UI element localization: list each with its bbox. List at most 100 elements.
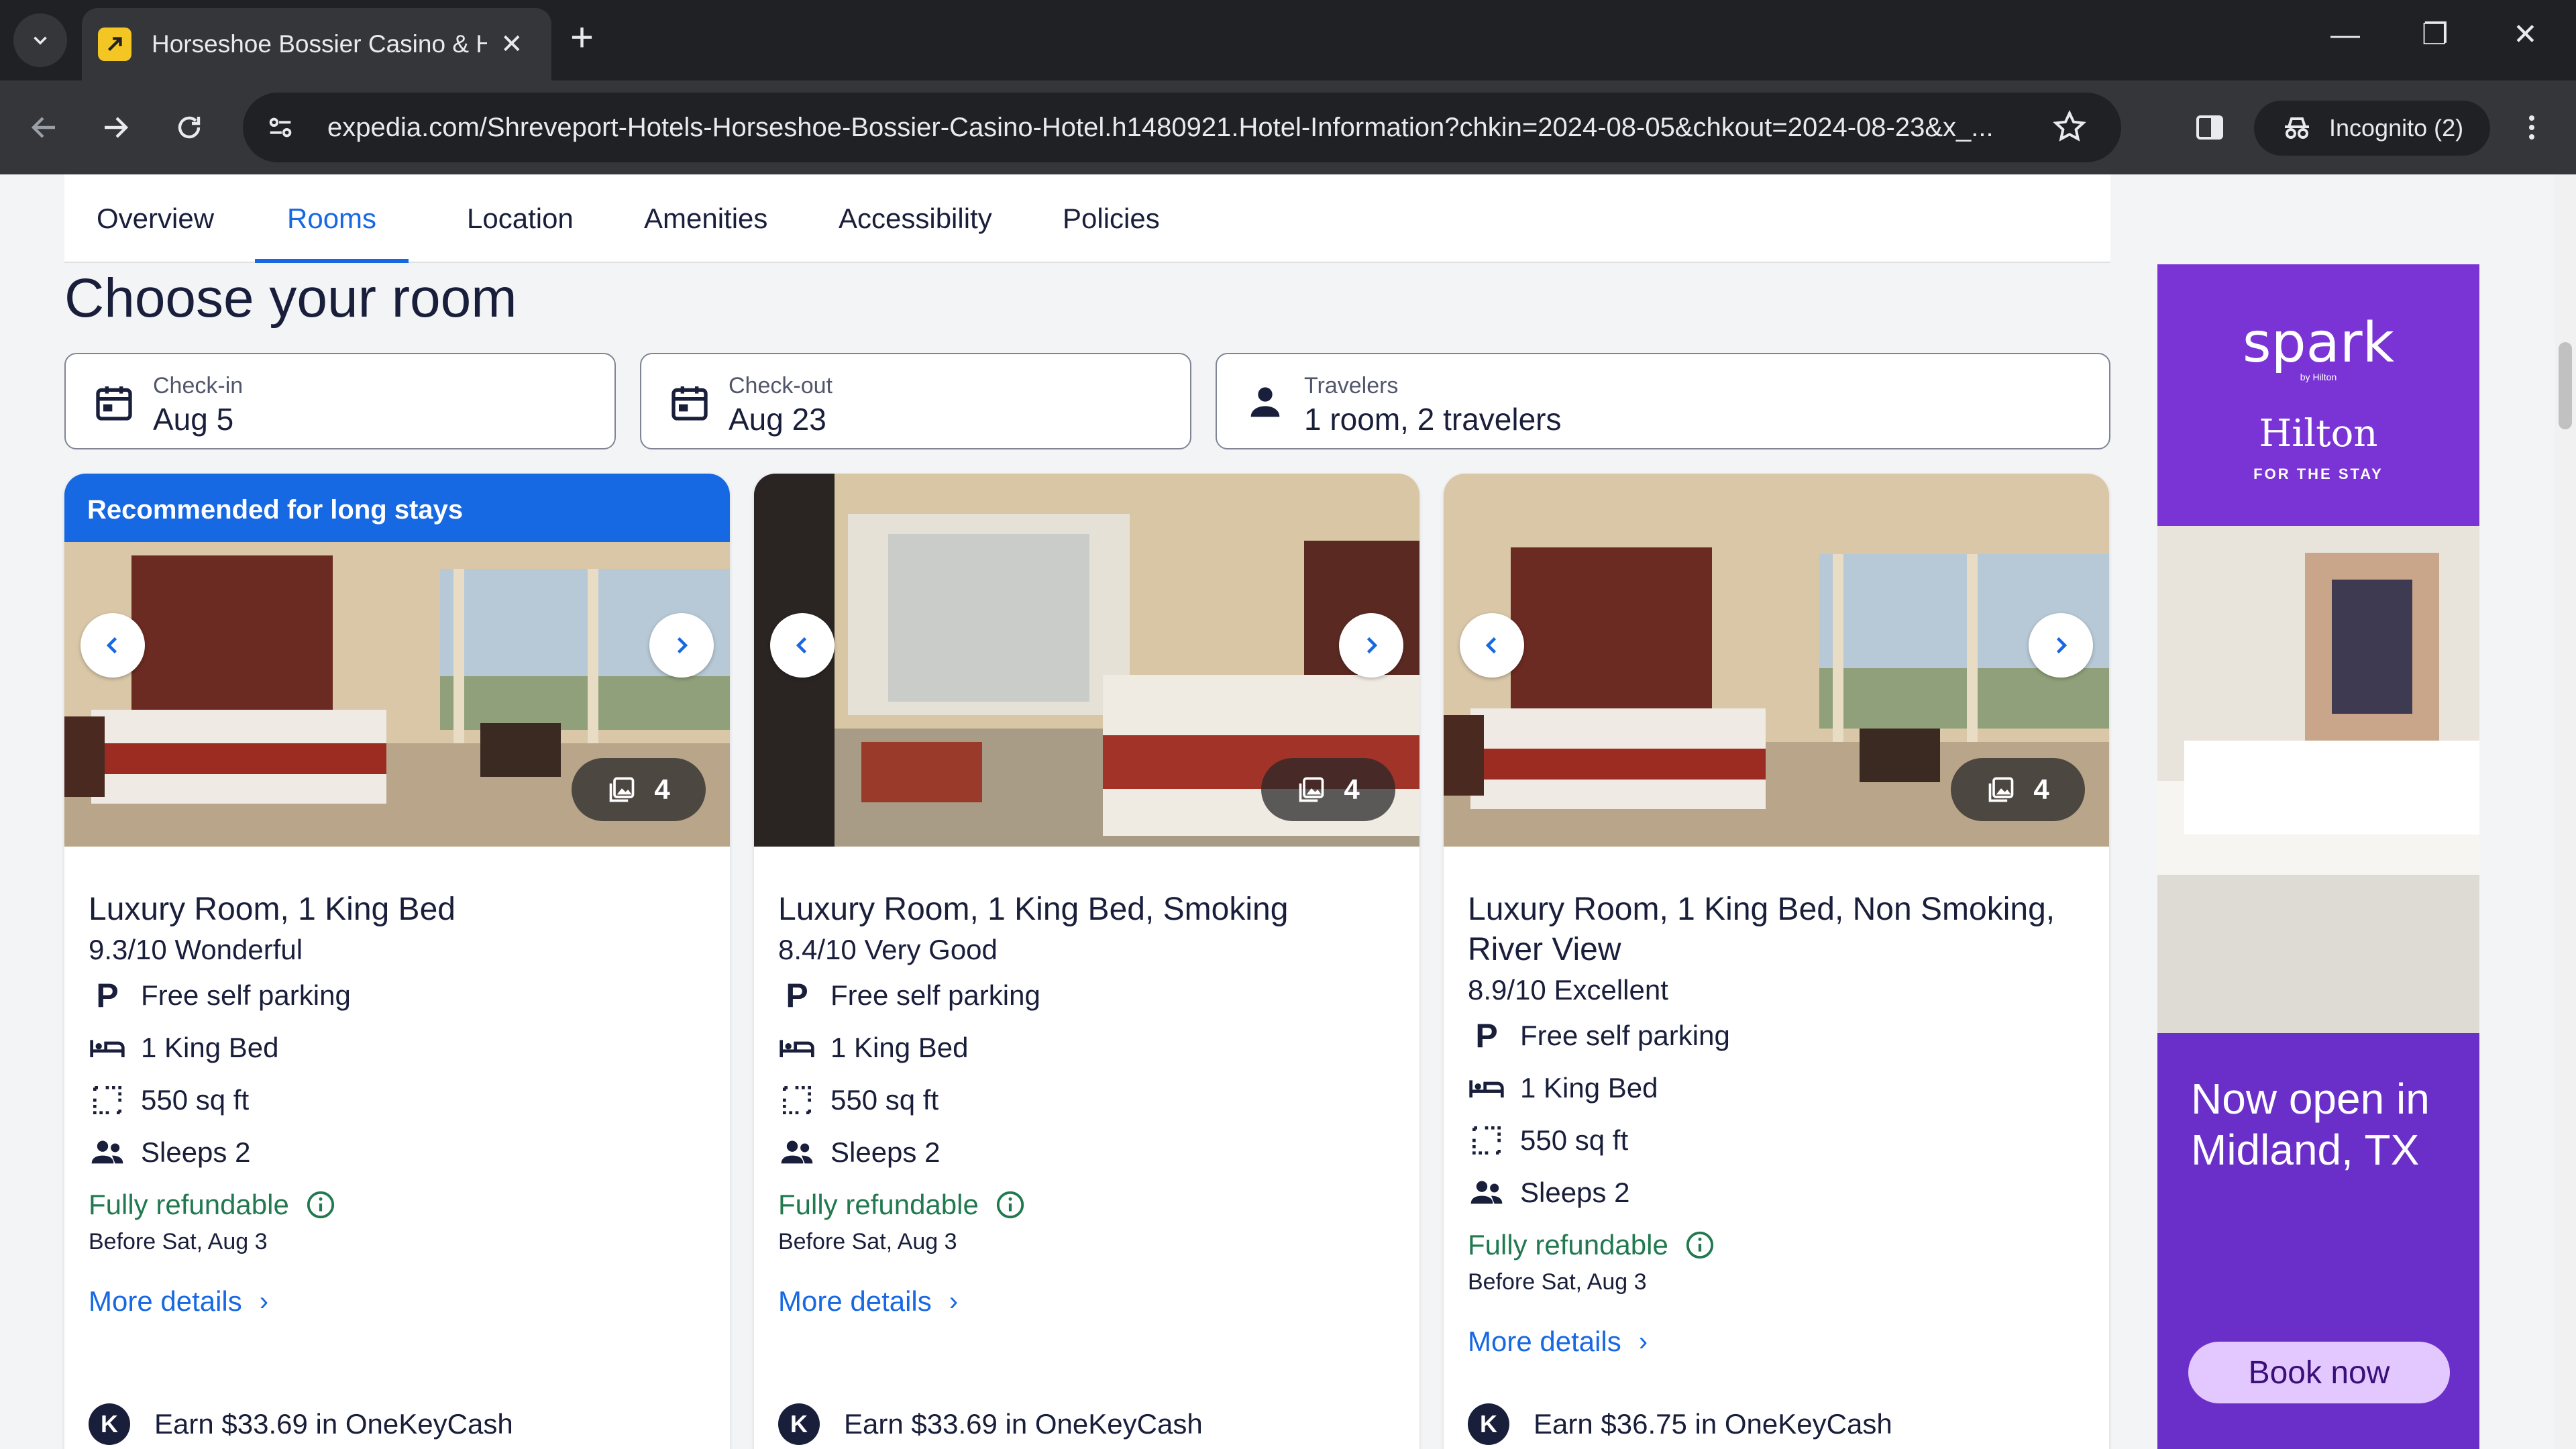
browser-toolbar: expedia.com/Shreveport-Hotels-Horseshoe-… <box>0 80 2576 174</box>
url-text[interactable]: expedia.com/Shreveport-Hotels-Horseshoe-… <box>327 113 2085 143</box>
more-details-link[interactable]: More details › <box>778 1285 958 1318</box>
refund-deadline: Before Sat, Aug 3 <box>778 1229 957 1254</box>
scrollbar-thumb[interactable] <box>2559 342 2572 429</box>
room-photo[interactable]: 4 <box>754 474 1419 847</box>
bed-icon <box>90 1040 125 1057</box>
bed-icon <box>1469 1080 1504 1097</box>
previous-photo-button[interactable] <box>1460 613 1524 678</box>
refund-status: Fully refundable <box>89 1189 336 1221</box>
tab-rooms[interactable]: Rooms <box>255 174 409 263</box>
checkin-field[interactable]: Check-in Aug 5 <box>64 353 616 449</box>
sleeps-feature: Sleeps 2 <box>1468 1174 1629 1212</box>
onekey-text: Earn $36.75 in OneKeyCash <box>1534 1408 1892 1440</box>
area-icon <box>783 1086 811 1114</box>
site-settings-icon[interactable] <box>260 107 301 148</box>
side-panel-icon[interactable] <box>2191 109 2229 146</box>
page-scrollbar[interactable] <box>2555 174 2576 1449</box>
book-now-button[interactable]: Book now <box>2188 1342 2450 1403</box>
incognito-label: Incognito (2) <box>2329 114 2464 142</box>
browser-menu-icon[interactable] <box>2513 109 2551 146</box>
room-photo[interactable]: 4 <box>64 542 730 847</box>
room-card[interactable]: 4 Luxury Room, 1 King Bed, Smoking 8.4/1… <box>754 474 1419 1449</box>
ad-room-photo <box>2157 526 2479 1033</box>
window-close-icon[interactable]: ✕ <box>2513 20 2538 50</box>
parking-icon: P <box>96 977 119 1014</box>
parking-feature: P Free self parking <box>1468 1017 1730 1055</box>
next-photo-button[interactable] <box>649 613 714 678</box>
photo-count-button[interactable]: 4 <box>1951 758 2085 821</box>
refund-deadline: Before Sat, Aug 3 <box>1468 1269 1647 1295</box>
previous-photo-button[interactable] <box>80 613 145 678</box>
incognito-indicator[interactable]: Incognito (2) <box>2254 101 2491 156</box>
room-rating: 8.9/10 Excellent <box>1468 974 1668 1006</box>
people-icon <box>781 1140 813 1164</box>
room-name: Luxury Room, 1 King Bed, Non Smoking, Ri… <box>1468 892 2055 967</box>
gallery-icon <box>1988 777 2014 802</box>
tab-amenities[interactable]: Amenities <box>612 174 800 263</box>
room-card[interactable]: 4 Recommended for long stays Luxury Room… <box>64 474 730 1449</box>
people-icon <box>91 1140 123 1164</box>
next-photo-button[interactable] <box>1339 613 1403 678</box>
forward-arrow-icon[interactable] <box>97 109 134 146</box>
bed-text: 1 King Bed <box>1520 1072 1658 1104</box>
chevron-right-icon: › <box>1638 1326 1648 1356</box>
tab-location[interactable]: Location <box>435 174 606 263</box>
travelers-field[interactable]: Travelers 1 room, 2 travelers <box>1216 353 2110 449</box>
room-rating: 8.4/10 Very Good <box>778 934 998 965</box>
refund-deadline: Before Sat, Aug 3 <box>89 1229 268 1254</box>
info-icon[interactable] <box>1684 1230 1715 1260</box>
ad-copy: Now open in Midland, TX <box>2191 1075 2430 1174</box>
person-icon <box>1250 387 1280 417</box>
parking-icon: P <box>786 977 808 1014</box>
photo-count: 4 <box>2033 773 2049 805</box>
reload-icon[interactable] <box>170 109 208 146</box>
tab-policies[interactable]: Policies <box>1030 174 1192 263</box>
size-feature: 550 sq ft <box>778 1081 938 1119</box>
room-photo[interactable]: 4 <box>1444 474 2109 847</box>
more-details-label: More details <box>778 1285 932 1317</box>
parking-text: Free self parking <box>1520 1020 1730 1051</box>
more-details-link[interactable]: More details › <box>1468 1326 1648 1358</box>
tab-close-icon[interactable]: ✕ <box>500 29 523 60</box>
onekey-earn: K Earn $36.75 in OneKeyCash <box>1468 1403 1892 1445</box>
ad-hilton-logo: Hilton <box>2259 412 2378 455</box>
parking-icon: P <box>1475 1017 1498 1055</box>
new-tab-icon[interactable]: + <box>570 17 594 58</box>
checkin-label: Check-in <box>153 373 244 398</box>
incognito-icon <box>2285 117 2309 139</box>
room-name: Luxury Room, 1 King Bed <box>89 892 455 927</box>
photo-count: 4 <box>1344 773 1360 805</box>
advertisement[interactable]: spark by Hilton Hilton FOR THE STAY Now … <box>2157 264 2479 1449</box>
parking-text: Free self parking <box>141 979 351 1011</box>
tab-accessibility[interactable]: Accessibility <box>806 174 1024 263</box>
back-arrow-icon[interactable] <box>25 109 63 146</box>
restore-icon[interactable]: ❐ <box>2422 20 2448 50</box>
next-photo-button[interactable] <box>2029 613 2093 678</box>
browser-tab[interactable]: Horseshoe Bossier Casino & Ho ✕ <box>82 8 551 80</box>
sleeps-feature: Sleeps 2 <box>778 1134 940 1171</box>
tab-overview[interactable]: Overview <box>64 174 246 263</box>
tab-search-button[interactable] <box>13 13 67 67</box>
info-icon[interactable] <box>305 1189 336 1220</box>
page-content: Overview Rooms Location Amenities Access… <box>0 174 2555 1449</box>
address-bar[interactable]: expedia.com/Shreveport-Hotels-Horseshoe-… <box>243 93 2121 162</box>
room-name: Luxury Room, 1 King Bed, Smoking <box>778 892 1289 927</box>
room-rating: 9.3/10 Wonderful <box>89 934 303 965</box>
bed-text: 1 King Bed <box>141 1032 279 1063</box>
info-icon[interactable] <box>995 1189 1026 1220</box>
checkout-field[interactable]: Check-out Aug 23 <box>640 353 1191 449</box>
refund-status: Fully refundable <box>1468 1229 1715 1261</box>
bookmark-star-icon[interactable] <box>2051 109 2088 148</box>
more-details-link[interactable]: More details › <box>89 1285 268 1318</box>
parking-feature: P Free self parking <box>89 977 351 1014</box>
refund-status: Fully refundable <box>778 1189 1026 1221</box>
onekey-icon: K <box>89 1403 130 1445</box>
previous-photo-button[interactable] <box>770 613 835 678</box>
minimize-icon[interactable]: — <box>2330 20 2360 50</box>
size-text: 550 sq ft <box>830 1084 939 1116</box>
photo-count-button[interactable]: 4 <box>572 758 706 821</box>
bed-icon <box>780 1040 814 1057</box>
photo-count-button[interactable]: 4 <box>1261 758 1395 821</box>
parking-feature: P Free self parking <box>778 977 1040 1014</box>
room-card[interactable]: 4 Luxury Room, 1 King Bed, Non Smoking, … <box>1444 474 2109 1449</box>
